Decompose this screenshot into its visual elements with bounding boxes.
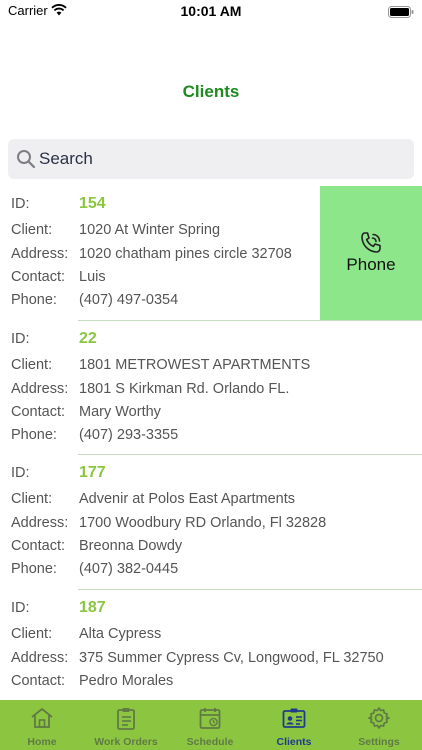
client-card[interactable]: ID: 154 Client: 1020 At Winter Spring Addr… [0, 186, 422, 321]
client-address: 1700 Woodbury RD Orlando, Fl 32828 [79, 515, 327, 531]
address-label: Address: [11, 380, 69, 397]
id-label: ID: [11, 330, 30, 347]
client-contact: Breonna Dowdy [79, 538, 183, 554]
client-name: Alta Cypress [79, 625, 162, 642]
tab-bar: Home Work Orders Schedule Clients Settin… [0, 700, 422, 750]
contact-label: Contact: [11, 538, 65, 554]
client-phone[interactable]: (407) 382-0445 [79, 559, 178, 579]
id-label: ID: [11, 465, 30, 481]
calendar-icon [198, 706, 222, 735]
client-address: 1801 S Kirkman Rd. Orlando FL. [79, 380, 290, 397]
client-label: Client: [11, 625, 53, 642]
clock: 10:01 AM [180, 3, 242, 19]
tab-label: Settings [358, 736, 400, 748]
client-phone[interactable]: (407) 497-0354 [79, 290, 178, 310]
tab-label: Clients [276, 736, 312, 748]
client-contact: Luis [79, 269, 106, 285]
tab-label: Schedule [186, 736, 234, 748]
address-label: Address: [11, 515, 69, 531]
tab-settings[interactable]: Settings [336, 700, 422, 750]
client-name: Advenir at Polos East Apartments [79, 491, 295, 507]
phone-label: Phone: [11, 561, 57, 577]
client-card[interactable]: ID: 177 Client: Advenir at Polos East Apar… [0, 455, 422, 590]
clipboard-icon [114, 706, 138, 735]
client-id: 154 [79, 195, 106, 212]
client-contact: Pedro Morales [79, 672, 174, 689]
gear-icon [367, 706, 391, 735]
client-phone[interactable]: (407) 293-3355 [79, 425, 178, 445]
search-icon [16, 149, 36, 174]
tab-home[interactable]: Home [0, 700, 84, 750]
phone-label: Phone: [11, 426, 57, 443]
client-label: Client: [11, 356, 53, 373]
tab-clients[interactable]: Clients [252, 700, 336, 750]
id-label: ID: [11, 196, 30, 212]
phone-action-button[interactable]: Phone [320, 186, 422, 320]
tab-label: Work Orders [94, 736, 158, 748]
id-card-icon [282, 706, 306, 735]
contact-label: Contact: [11, 403, 65, 420]
contact-label: Contact: [11, 269, 65, 285]
search-input[interactable] [39, 139, 399, 179]
contact-label: Contact: [11, 672, 65, 689]
tab-label: Home [27, 736, 57, 748]
client-name: 1020 At Winter Spring [79, 222, 221, 238]
status-bar: Carrier 10:01 AM [0, 0, 422, 24]
page-title: Clients [182, 82, 240, 101]
tab-work-orders[interactable]: Work Orders [84, 700, 168, 750]
battery-icon [388, 5, 414, 23]
client-card[interactable]: ID: 187 Client: Alta Cypress Address: 375 S… [0, 590, 422, 701]
address-label: Address: [11, 649, 69, 666]
tab-schedule[interactable]: Schedule [168, 700, 252, 750]
address-label: Address: [11, 246, 69, 262]
client-id: 187 [79, 598, 106, 616]
client-list: ID: 154 Client: 1020 At Winter Spring Addr… [0, 186, 422, 700]
client-label: Client: [11, 222, 53, 238]
phone-label: Phone: [11, 292, 57, 308]
client-address: 375 Summer Cypress Cv, Longwood, FL 3275… [79, 649, 384, 666]
client-contact: Mary Worthy [79, 403, 161, 420]
client-address: 1020 chatham pines circle 32708 [79, 246, 292, 262]
id-label: ID: [11, 599, 30, 616]
client-label: Client: [11, 491, 53, 507]
client-id: 177 [79, 464, 106, 481]
client-card[interactable]: ID: 22 Client: 1801 METROWEST APARTMENTS A… [0, 321, 422, 455]
home-icon [30, 706, 54, 735]
search-bar[interactable] [8, 139, 414, 179]
client-id: 22 [79, 329, 97, 347]
phone-action-label: Phone [346, 255, 396, 274]
client-name: 1801 METROWEST APARTMENTS [79, 356, 311, 373]
